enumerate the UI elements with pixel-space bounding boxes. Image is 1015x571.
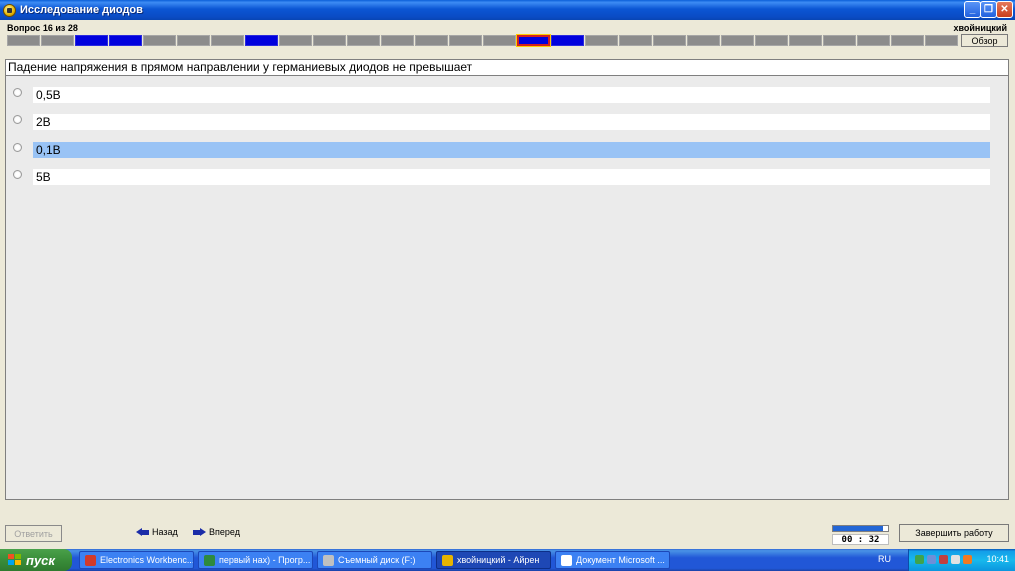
minimize-button[interactable]: _ <box>964 1 981 18</box>
question-cell[interactable] <box>823 35 856 46</box>
language-indicator[interactable]: RU <box>878 554 891 564</box>
window-title: Исследование диодов <box>20 4 143 16</box>
answer-label[interactable]: 2В <box>33 114 990 130</box>
answer-option[interactable]: 2В <box>13 114 991 130</box>
review-button[interactable]: Обзор <box>961 34 1008 47</box>
question-cell[interactable] <box>789 35 822 46</box>
test-app-icon <box>442 554 453 566</box>
forward-button-label: Вперед <box>209 527 240 537</box>
answer-radio[interactable] <box>13 143 22 152</box>
timer-progress-bar <box>832 525 889 532</box>
question-cell[interactable] <box>449 35 482 46</box>
answer-label[interactable]: 5В <box>33 169 990 185</box>
taskbar: пуск Electronics Workbenc... первый нах) … <box>0 549 1015 571</box>
question-cell[interactable] <box>347 35 380 46</box>
answer-radio[interactable] <box>13 115 22 124</box>
question-cell[interactable] <box>75 35 108 46</box>
taskbar-item-label: Документ Microsoft ... <box>576 555 665 565</box>
question-cell-current[interactable] <box>516 34 551 47</box>
word-document-icon <box>561 554 572 566</box>
question-cell[interactable] <box>7 35 40 46</box>
volume-icon[interactable] <box>951 555 960 564</box>
arrow-right-icon <box>193 527 206 537</box>
start-button-label: пуск <box>26 552 55 568</box>
question-cell[interactable] <box>245 35 278 46</box>
answer-option[interactable]: 0,1В <box>13 142 991 158</box>
question-cell[interactable] <box>211 35 244 46</box>
answer-radio[interactable] <box>13 170 22 179</box>
question-panel: Падение напряжения в прямом направлении … <box>5 59 1009 500</box>
safely-remove-icon[interactable] <box>963 555 972 564</box>
clock: 10:41 <box>986 554 1009 564</box>
question-cell[interactable] <box>381 35 414 46</box>
back-button-label: Назад <box>152 527 178 537</box>
taskbar-item-label: Съемный диск (F:) <box>338 555 416 565</box>
question-cell[interactable] <box>279 35 312 46</box>
question-cell[interactable] <box>721 35 754 46</box>
display-icon[interactable] <box>927 555 936 564</box>
finish-button[interactable]: Завершить работу <box>899 524 1009 542</box>
taskbar-item-label: хвойницкий - Айрен <box>457 555 540 565</box>
image-editor-icon <box>204 554 215 566</box>
question-cell[interactable] <box>755 35 788 46</box>
maximize-button[interactable]: ❐ <box>980 1 997 18</box>
windows-logo-icon <box>8 554 22 566</box>
answer-option[interactable]: 5В <box>13 169 991 185</box>
question-cell[interactable] <box>925 35 958 46</box>
question-cell[interactable] <box>313 35 346 46</box>
arrow-left-icon <box>136 527 149 537</box>
taskbar-item[interactable]: Electronics Workbenc... <box>79 551 194 569</box>
question-cell[interactable] <box>551 35 584 46</box>
question-cell[interactable] <box>891 35 924 46</box>
question-cell[interactable] <box>41 35 74 46</box>
taskbar-item-label: первый нах) - Прогр... <box>219 555 311 565</box>
forward-button[interactable]: Вперед <box>193 527 240 537</box>
taskbar-item[interactable]: хвойницкий - Айрен <box>436 551 551 569</box>
answer-button[interactable]: Ответить <box>5 525 62 542</box>
question-cell[interactable] <box>653 35 686 46</box>
network-icon[interactable] <box>915 555 924 564</box>
taskbar-item[interactable]: Съемный диск (F:) <box>317 551 432 569</box>
system-tray: 10:41 <box>908 549 1015 571</box>
electronics-workbench-icon <box>85 554 96 566</box>
question-counter: Вопрос 16 из 28 <box>7 23 78 33</box>
answer-radio[interactable] <box>13 88 22 97</box>
timer-text: 00 : 32 <box>832 534 889 545</box>
question-cell[interactable] <box>857 35 890 46</box>
start-button[interactable]: пуск <box>0 549 72 571</box>
question-cell[interactable] <box>585 35 618 46</box>
question-cell[interactable] <box>483 35 516 46</box>
taskbar-item[interactable]: первый нах) - Прогр... <box>198 551 313 569</box>
question-cell[interactable] <box>619 35 652 46</box>
close-button[interactable]: ✕ <box>996 1 1013 18</box>
title-bar[interactable]: Исследование диодов _ ❐ ✕ <box>0 0 1015 20</box>
taskbar-item[interactable]: Документ Microsoft ... <box>555 551 670 569</box>
question-cell[interactable] <box>177 35 210 46</box>
question-text: Падение напряжения в прямом направлении … <box>6 60 1008 76</box>
question-cell[interactable] <box>143 35 176 46</box>
answer-option[interactable]: 0,5В <box>13 87 991 103</box>
antivirus-icon[interactable] <box>939 555 948 564</box>
question-cell[interactable] <box>415 35 448 46</box>
question-cell[interactable] <box>687 35 720 46</box>
back-button[interactable]: Назад <box>136 527 178 537</box>
question-cell[interactable] <box>109 35 142 46</box>
answer-label[interactable]: 0,5В <box>33 87 990 103</box>
username-label: хвойницкий <box>953 23 1007 33</box>
removable-disk-icon <box>323 554 334 566</box>
timer-progress-fill <box>833 526 883 531</box>
answer-label[interactable]: 0,1В <box>33 142 990 158</box>
app-icon <box>3 3 16 17</box>
taskbar-item-label: Electronics Workbenc... <box>100 555 194 565</box>
